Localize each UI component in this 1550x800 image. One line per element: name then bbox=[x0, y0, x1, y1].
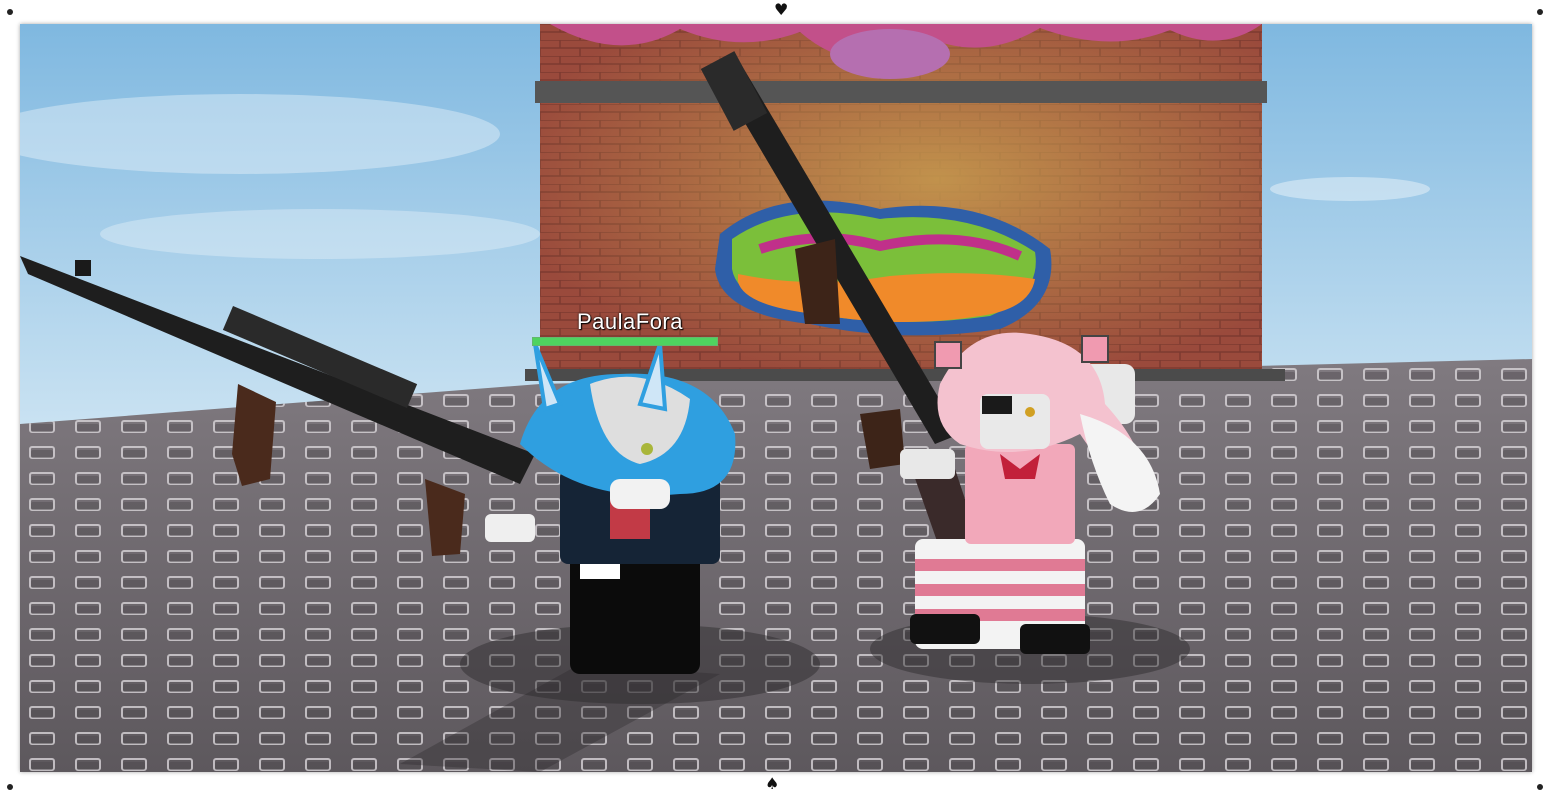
game-scene bbox=[20, 24, 1532, 772]
player-nametag: PaulaFora bbox=[576, 309, 683, 334]
player-health-fill bbox=[533, 338, 717, 345]
corner-handle-bottom-right[interactable] bbox=[1537, 784, 1543, 790]
heart-handle-icon[interactable]: ♥ bbox=[774, 2, 788, 18]
corner-handle-top-right[interactable] bbox=[1537, 9, 1543, 15]
player-health-bar bbox=[532, 337, 718, 346]
corner-handle-bottom-left[interactable] bbox=[7, 784, 13, 790]
spade-handle-icon[interactable]: ♠ bbox=[765, 776, 779, 792]
corner-handle-top-left[interactable] bbox=[7, 9, 13, 15]
game-viewport[interactable]: PaulaFora bbox=[20, 24, 1532, 772]
